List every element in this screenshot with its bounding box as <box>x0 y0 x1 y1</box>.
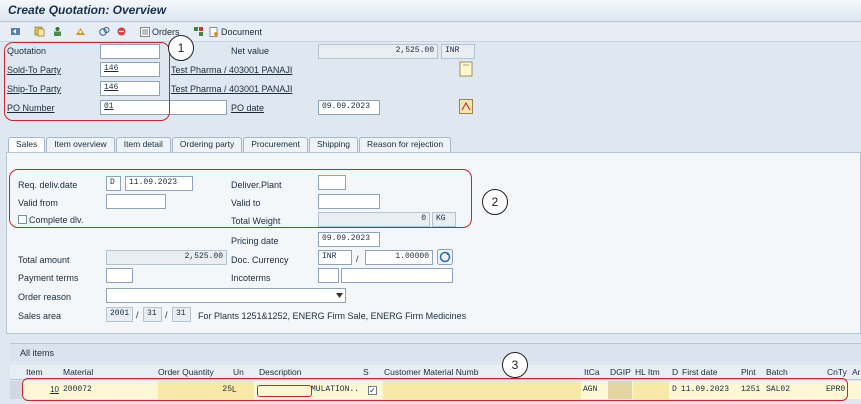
po-date-field[interactable]: 09.09.2023 <box>318 100 380 115</box>
pricing-icon[interactable] <box>459 99 473 114</box>
highlight-box-header <box>4 42 170 121</box>
sales-area-separator-2: / <box>165 310 168 320</box>
sales-area-description: For Plants 1251&1252, ENERG Firm Sale, E… <box>198 311 467 321</box>
total-amount-field: 2,525.00 <box>106 250 227 265</box>
callout-2: 2 <box>482 189 508 215</box>
row-selector[interactable] <box>10 381 22 399</box>
status-icon[interactable] <box>193 26 204 37</box>
net-currency-field: INR <box>441 44 475 59</box>
net-value-field: 2,525.00 <box>318 44 438 59</box>
col-status[interactable]: S <box>363 367 369 377</box>
simulate-icon[interactable] <box>116 26 127 37</box>
highlight-box-sales <box>9 169 472 228</box>
tab-sales[interactable]: Sales <box>8 137 46 152</box>
dist-channel-field: 31 <box>143 307 162 322</box>
highlight-box-item-row <box>22 378 848 401</box>
application-toolbar <box>0 23 861 42</box>
doc-currency-field[interactable]: INR <box>318 250 352 265</box>
document-button[interactable]: Document <box>209 25 262 39</box>
col-item-category[interactable]: ItCa <box>584 367 600 377</box>
col-order-quantity[interactable]: Order Quantity <box>158 367 214 377</box>
copy-icon[interactable] <box>99 26 110 37</box>
back-icon[interactable] <box>10 26 21 37</box>
division-field: 31 <box>172 307 191 322</box>
doc-currency-label: Doc. Currency <box>231 255 289 265</box>
col-batch[interactable]: Batch <box>766 367 788 377</box>
partner-icon[interactable] <box>52 26 63 37</box>
list-icon <box>140 27 150 37</box>
col-dgip[interactable]: DGIP <box>610 367 631 377</box>
po-date-label: PO date <box>231 103 265 113</box>
total-amount-label: Total amount <box>18 255 70 265</box>
col-plant[interactable]: Plnt <box>741 367 756 377</box>
currency-separator: / <box>356 254 359 264</box>
net-value-label: Net value <box>231 46 270 56</box>
col-material[interactable]: Material <box>63 367 93 377</box>
incoterms-label: Incoterms <box>231 273 271 283</box>
col-condition-type[interactable]: CnTy <box>827 367 847 377</box>
ship-to-description[interactable]: Test Pharma / 403001 PANAJI <box>171 84 292 94</box>
col-item[interactable]: Item <box>26 367 43 377</box>
sales-area-label: Sales area <box>18 311 62 321</box>
pricing-date-label: Pricing date <box>231 236 279 246</box>
col-date-type[interactable]: D <box>672 367 678 377</box>
tab-procurement[interactable]: Procurement <box>243 137 308 152</box>
payment-terms-field[interactable] <box>106 268 133 283</box>
tab-item-detail[interactable]: Item detail <box>115 137 171 152</box>
tab-shipping[interactable]: Shipping <box>308 137 359 152</box>
tab-ordering-party[interactable]: Ordering party <box>171 137 243 152</box>
col-description[interactable]: Description <box>259 367 302 377</box>
tabstrip: Sales Item overview Item detail Ordering… <box>8 137 452 152</box>
document-label: Document <box>221 27 263 37</box>
notes-icon[interactable] <box>459 61 473 77</box>
order-reason-label: Order reason <box>18 292 72 302</box>
exchange-rate-field[interactable]: 1.00000 <box>365 250 433 265</box>
items-title: All items <box>20 348 55 358</box>
refresh-currency-icon[interactable] <box>437 249 453 265</box>
header-details-icon[interactable] <box>75 26 86 37</box>
order-reason-dropdown[interactable] <box>106 288 346 303</box>
incoterms-field[interactable] <box>318 268 339 283</box>
items-header <box>10 343 861 361</box>
display-icon[interactable] <box>34 26 45 37</box>
pricing-date-field[interactable]: 09.09.2023 <box>318 232 380 247</box>
window-title: Create Quotation: Overview <box>8 3 167 17</box>
col-unit[interactable]: Un <box>233 367 244 377</box>
tab-reason-for-rejection[interactable]: Reason for rejection <box>359 137 452 152</box>
payment-terms-label: Payment terms <box>18 273 79 283</box>
sales-org-field: 2001 <box>106 307 133 322</box>
sold-to-description[interactable]: Test Pharma / 403001 PANAJI <box>171 65 292 75</box>
sales-area-separator-1: / <box>136 310 139 320</box>
document-icon <box>209 27 218 37</box>
col-first-date[interactable]: First date <box>682 367 717 377</box>
col-ar[interactable]: Ar <box>852 367 861 377</box>
col-hl-item[interactable]: HL Itm <box>635 367 660 377</box>
callout-1: 1 <box>168 35 194 61</box>
redacted-description <box>257 385 312 397</box>
incoterms-location-field[interactable] <box>341 268 453 283</box>
col-customer-material[interactable]: Customer Material Numb <box>384 367 478 377</box>
chevron-down-icon[interactable] <box>336 293 343 298</box>
callout-3: 3 <box>502 352 528 378</box>
tab-item-overview[interactable]: Item overview <box>46 137 115 152</box>
